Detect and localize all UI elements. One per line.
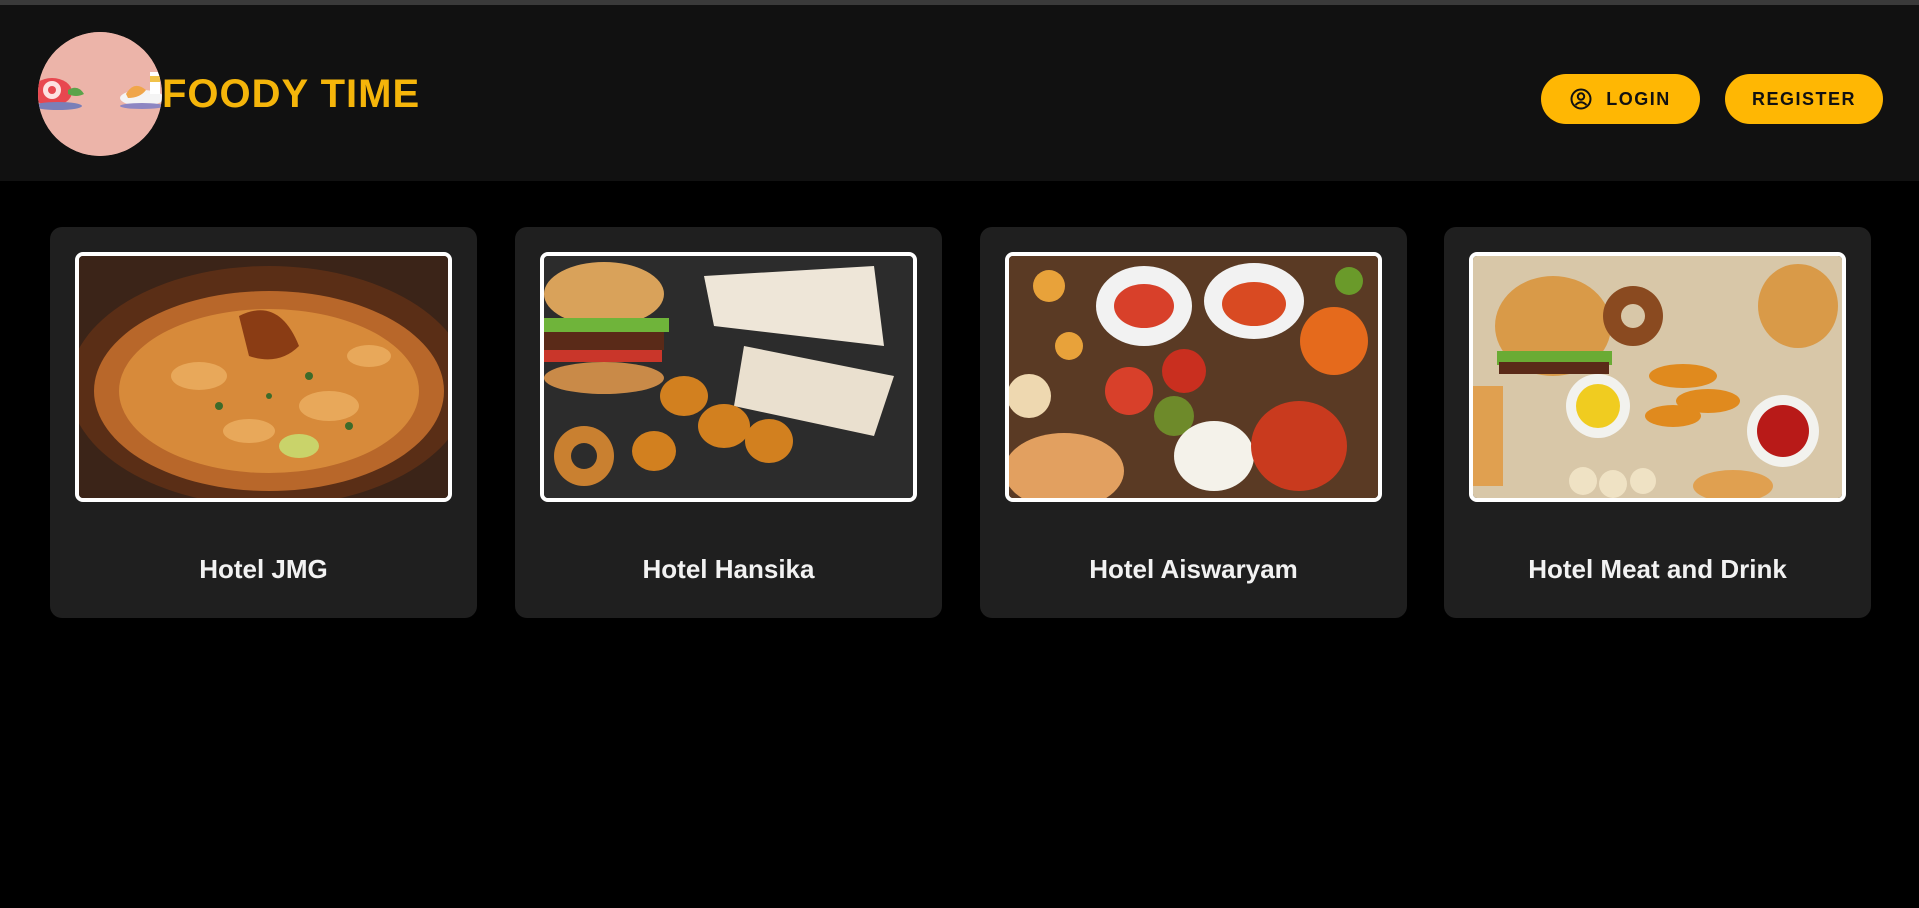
hotel-name: Hotel Hansika [642, 554, 815, 584]
hotel-name: Hotel JMG [199, 554, 328, 584]
register-label: REGISTER [1751, 88, 1856, 109]
hotel-name: Hotel Meat and Drink [1528, 554, 1787, 584]
hotel-name: Hotel Aiswaryam [1089, 554, 1298, 584]
burger-wrap-image[interactable] [540, 252, 917, 502]
biryani-image[interactable] [75, 252, 452, 502]
food-logo-icon[interactable] [38, 32, 162, 156]
brand-title: FOODY TIME [162, 72, 421, 116]
hotel-card[interactable]: Hotel Hansika [515, 227, 942, 618]
indian-food-spread-image[interactable] [1005, 252, 1382, 502]
login-label: LOGIN [1606, 88, 1671, 109]
hotel-card[interactable]: Hotel Meat and Drink [1444, 227, 1871, 618]
hotel-card[interactable]: Hotel JMG [50, 227, 477, 618]
login-button[interactable]: LOGIN [1541, 74, 1700, 124]
site-header: FOODY TIME LOGIN REGISTER [0, 5, 1919, 181]
hotel-card-grid: Hotel JMG Hotel Hansika Hotel Aiswaryam … [0, 227, 1919, 619]
user-circle-icon [1570, 88, 1592, 110]
fast-food-platter-image[interactable] [1469, 252, 1846, 502]
register-button[interactable]: REGISTER [1725, 74, 1883, 124]
hotel-card[interactable]: Hotel Aiswaryam [980, 227, 1407, 618]
